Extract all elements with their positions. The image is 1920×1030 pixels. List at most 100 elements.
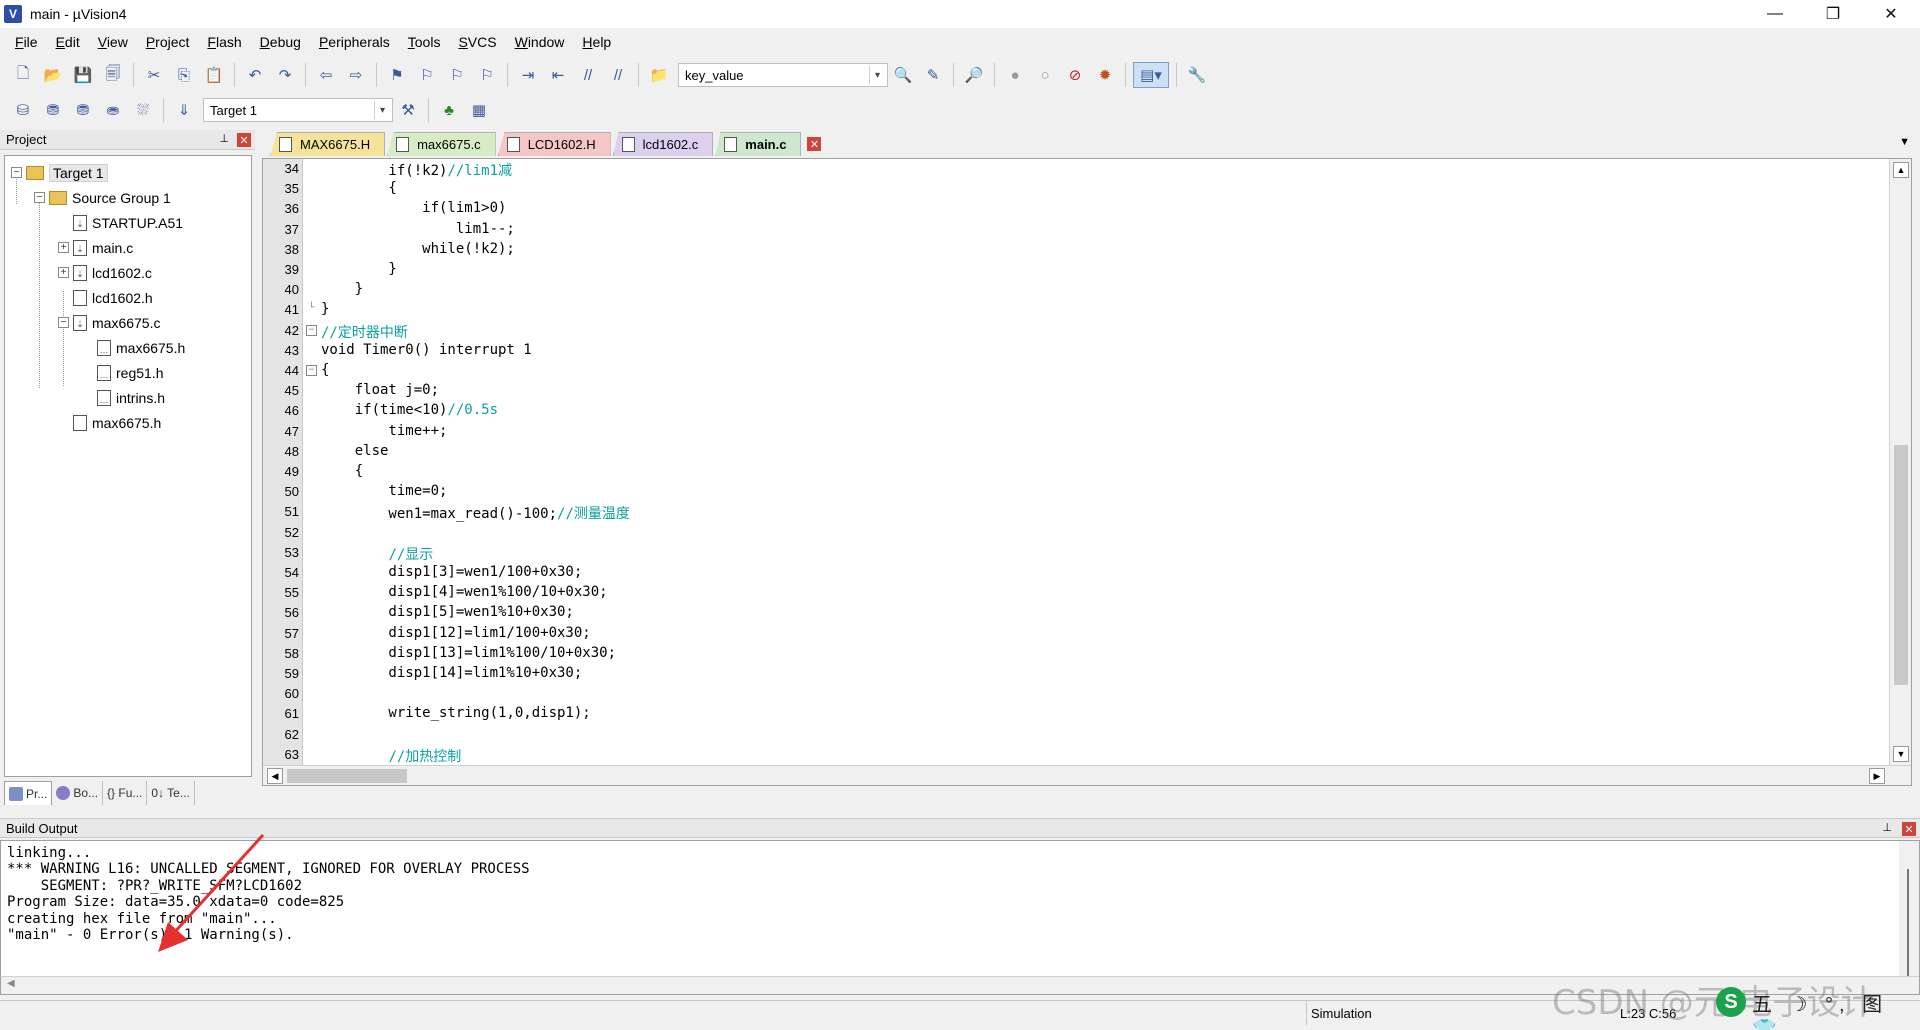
debug-session-icon[interactable]: 🔎 [961,62,987,88]
code-line[interactable]: 42−//定时器中断 [263,321,1883,341]
navigate-back-icon[interactable]: ⇦ [313,62,339,88]
scroll-up-icon[interactable]: ▲ [1893,162,1909,178]
scroll-left-icon[interactable]: ◀ [7,978,15,989]
indent-icon[interactable]: ⇥ [515,62,541,88]
comment-icon[interactable]: // [575,62,601,88]
code-line[interactable]: 47 time++; [263,422,1883,442]
editor-vertical-scrollbar[interactable]: ▲ ▼ [1889,159,1911,765]
tree-item-include[interactable]: … reg51.h [5,360,251,385]
code-line[interactable]: 57 disp1[12]=lim1/100+0x30; [263,624,1883,644]
code-line[interactable]: 62 [263,725,1883,745]
code-line[interactable]: 34 if(!k2)//lim1减 [263,159,1883,179]
collapse-icon[interactable]: − [11,167,22,178]
save-icon[interactable]: 💾 [70,62,96,88]
code-line[interactable]: 58 disp1[13]=lim1%100/10+0x30; [263,644,1883,664]
paste-icon[interactable]: 📋 [201,62,227,88]
code-line[interactable]: 36 if(lim1>0) [263,199,1883,219]
tab-max6675-h[interactable]: MAX6675.H [270,132,386,156]
tab-lcd1602-h[interactable]: LCD1602.H [497,132,611,156]
code-line[interactable]: 61 write_string(1,0,disp1); [263,704,1883,724]
breakpoint-kill-icon[interactable]: ✹ [1092,62,1118,88]
manage-components-icon[interactable]: ♣ [436,97,462,123]
code-line[interactable]: 44−{ [263,361,1883,381]
menu-item-file[interactable]: File [6,34,47,50]
save-all-icon[interactable]: 🗐 [100,62,126,88]
redo-icon[interactable]: ↷ [272,62,298,88]
bookmark-prev-icon[interactable]: ⚐ [414,62,440,88]
pin-icon[interactable]: ⊥ [219,132,229,145]
tree-item-group[interactable]: − Source Group 1 [5,185,251,210]
code-line[interactable]: 43 void Timer0() interrupt 1 [263,341,1883,361]
collapse-icon[interactable]: − [34,192,45,203]
tree-item-file[interactable]: max6675.h [5,410,251,435]
code-line[interactable]: 40 } [263,280,1883,300]
target-options-icon[interactable]: ⚒ [395,97,421,123]
ime-toolbar[interactable]: 五 ☽ °, 图 👕 [1752,988,1920,1030]
open-file-icon[interactable]: 📂 [40,62,66,88]
target-combo[interactable]: Target 1 ▾ [203,98,393,122]
menu-item-window[interactable]: Window [506,34,574,50]
collapse-icon[interactable]: − [58,317,69,328]
copy-icon[interactable]: ⎘ [171,62,197,88]
tree-item-file[interactable]: lcd1602.h [5,285,251,310]
code-line[interactable]: 54 disp1[3]=wen1/100+0x30; [263,563,1883,583]
code-line[interactable]: 35 { [263,179,1883,199]
tab-books[interactable]: Bo... [52,781,104,805]
find-icon[interactable]: 🔍 [890,62,916,88]
expand-icon[interactable]: + [58,267,69,278]
maximize-button[interactable]: ❐ [1804,0,1862,28]
menu-item-tools[interactable]: Tools [399,34,450,50]
code-line[interactable]: 39 } [263,260,1883,280]
bookmark-clear-icon[interactable]: ⚐ [474,62,500,88]
configure-icon[interactable]: 🔧 [1184,62,1210,88]
manage-books-icon[interactable]: ▦ [466,97,492,123]
code-line[interactable]: 46 if(time<10)//0.5s [263,401,1883,421]
translate-icon[interactable]: ⛁ [10,97,36,123]
code-line[interactable]: 52 [263,523,1883,543]
breakpoint-enable-icon[interactable]: ○ [1032,62,1058,88]
scroll-left-icon[interactable]: ◀ [267,768,283,784]
menu-item-project[interactable]: Project [137,34,199,50]
code-line[interactable]: 41 └} [263,300,1883,320]
code-line[interactable]: 49 { [263,462,1883,482]
menu-item-edit[interactable]: Edit [47,34,89,50]
undo-icon[interactable]: ↶ [242,62,268,88]
unindent-icon[interactable]: ⇤ [545,62,571,88]
fold-toggle-icon[interactable]: − [306,365,317,376]
scroll-right-icon[interactable]: ▶ [1869,768,1885,784]
code-line[interactable]: 48 else [263,442,1883,462]
tab-templates[interactable]: 0↓ Te... [147,781,195,805]
expand-icon[interactable]: + [58,242,69,253]
stop-build-icon[interactable]: ⛆ [130,97,156,123]
batch-build-icon[interactable]: ⛂ [100,97,126,123]
code-line[interactable]: 53 //显示 [263,543,1883,563]
new-file-icon[interactable]: 🗋 [10,62,36,88]
build-icon[interactable]: ⛃ [40,97,66,123]
build-output-panel[interactable]: ◀ linking... *** WARNING L16: UNCALLED SE… [0,840,1920,995]
bookmark-toggle-icon[interactable]: ⚑ [384,62,410,88]
scroll-down-icon[interactable]: ▼ [1893,746,1909,762]
pin-icon[interactable]: ⊥ [1882,821,1892,834]
tab-max6675-c[interactable]: max6675.c [387,132,496,156]
incremental-find-icon[interactable]: ✎ [920,62,946,88]
scroll-thumb[interactable] [1894,445,1908,685]
download-icon[interactable]: ⇓ [171,97,197,123]
close-tab-icon[interactable]: ✕ [807,137,822,151]
breakpoint-disable-icon[interactable]: ⊘ [1062,62,1088,88]
fold-toggle-icon[interactable]: − [306,324,317,336]
tab-functions[interactable]: {} Fu... [103,781,148,805]
tree-item-file[interactable]: + ⇣ lcd1602.c [5,260,251,285]
close-icon[interactable]: ✕ [1902,822,1916,836]
code-line[interactable]: 37 lim1--; [263,220,1883,240]
tab-main-c[interactable]: main.c [715,132,802,156]
menu-item-flash[interactable]: Flash [198,34,250,50]
code-line[interactable]: 59 disp1[14]=lim1%10+0x30; [263,664,1883,684]
tab-lcd1602-c[interactable]: lcd1602.c [612,132,714,156]
rebuild-icon[interactable]: ⛃ [70,97,96,123]
chevron-down-icon[interactable]: ▾ [869,66,885,84]
tab-project[interactable]: Pr... [4,781,53,805]
editor-horizontal-scrollbar[interactable]: ◀ ▶ [263,765,1911,785]
tree-item-file[interactable]: − ⇣ max6675.c [5,310,251,335]
tree-item-include[interactable]: … max6675.h [5,335,251,360]
find-combo[interactable]: key_value ▾ [678,63,888,87]
